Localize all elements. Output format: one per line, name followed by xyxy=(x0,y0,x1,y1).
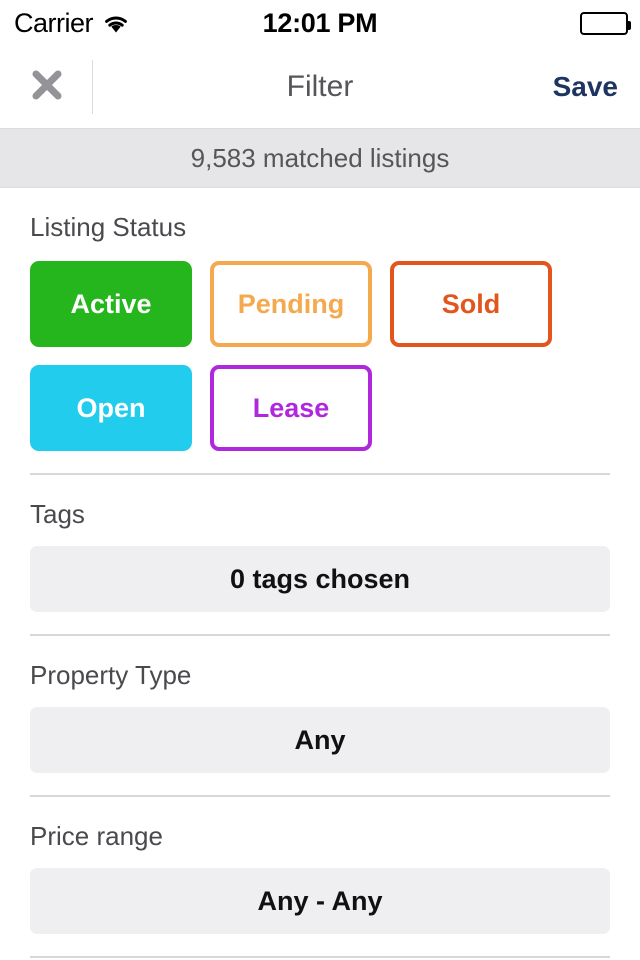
battery-full-icon xyxy=(580,11,631,35)
section-tags: Tags 0 tags chosen xyxy=(30,475,610,636)
property-type-label: Property Type xyxy=(30,660,192,690)
listing-status-chip-row-2: Open Lease xyxy=(30,365,610,451)
matched-listings-bar: 9,583 matched listings xyxy=(0,128,640,188)
status-chip-label: Pending xyxy=(237,288,345,319)
price-range-label: Price range xyxy=(30,821,163,851)
matched-listings-count: 9,583 matched listings xyxy=(190,142,450,173)
property-type-value: Any xyxy=(294,724,346,755)
status-chip-label: Sold xyxy=(441,288,501,319)
tags-value: 0 tags chosen xyxy=(229,563,411,594)
price-range-field[interactable]: Any - Any xyxy=(30,868,610,934)
section-listing-status: Listing Status Active Pending Sold Open … xyxy=(30,188,610,475)
status-chip-label: Lease xyxy=(252,392,330,423)
tags-label: Tags xyxy=(30,499,85,529)
status-bar-right xyxy=(580,0,631,46)
property-type-field[interactable]: Any xyxy=(30,707,610,773)
status-chip-open[interactable]: Open xyxy=(30,365,192,451)
navigation-bar: Filter Save xyxy=(0,46,640,128)
status-chip-label: Open xyxy=(76,392,146,423)
status-chip-lease[interactable]: Lease xyxy=(210,365,372,451)
page-title: Filter xyxy=(286,70,354,103)
status-chip-label: Active xyxy=(70,288,152,319)
price-range-value: Any - Any xyxy=(257,885,383,916)
save-button[interactable]: Save xyxy=(553,71,618,103)
status-chip-sold[interactable]: Sold xyxy=(390,261,552,347)
filter-screen: Carrier 12:01 PM Filter Save 9,583 match… xyxy=(0,0,640,960)
clock-label: 12:01 PM xyxy=(262,7,378,38)
filter-content: Listing Status Active Pending Sold Open … xyxy=(0,188,640,960)
status-chip-active[interactable]: Active xyxy=(30,261,192,347)
listing-status-chip-row-1: Active Pending Sold xyxy=(30,261,610,347)
status-chip-pending[interactable]: Pending xyxy=(210,261,372,347)
status-bar: Carrier 12:01 PM xyxy=(0,0,640,46)
section-price-range: Price range Any - Any xyxy=(30,797,610,958)
tags-field[interactable]: 0 tags chosen xyxy=(30,546,610,612)
listing-status-label: Listing Status xyxy=(30,212,187,242)
section-property-type: Property Type Any xyxy=(30,636,610,797)
